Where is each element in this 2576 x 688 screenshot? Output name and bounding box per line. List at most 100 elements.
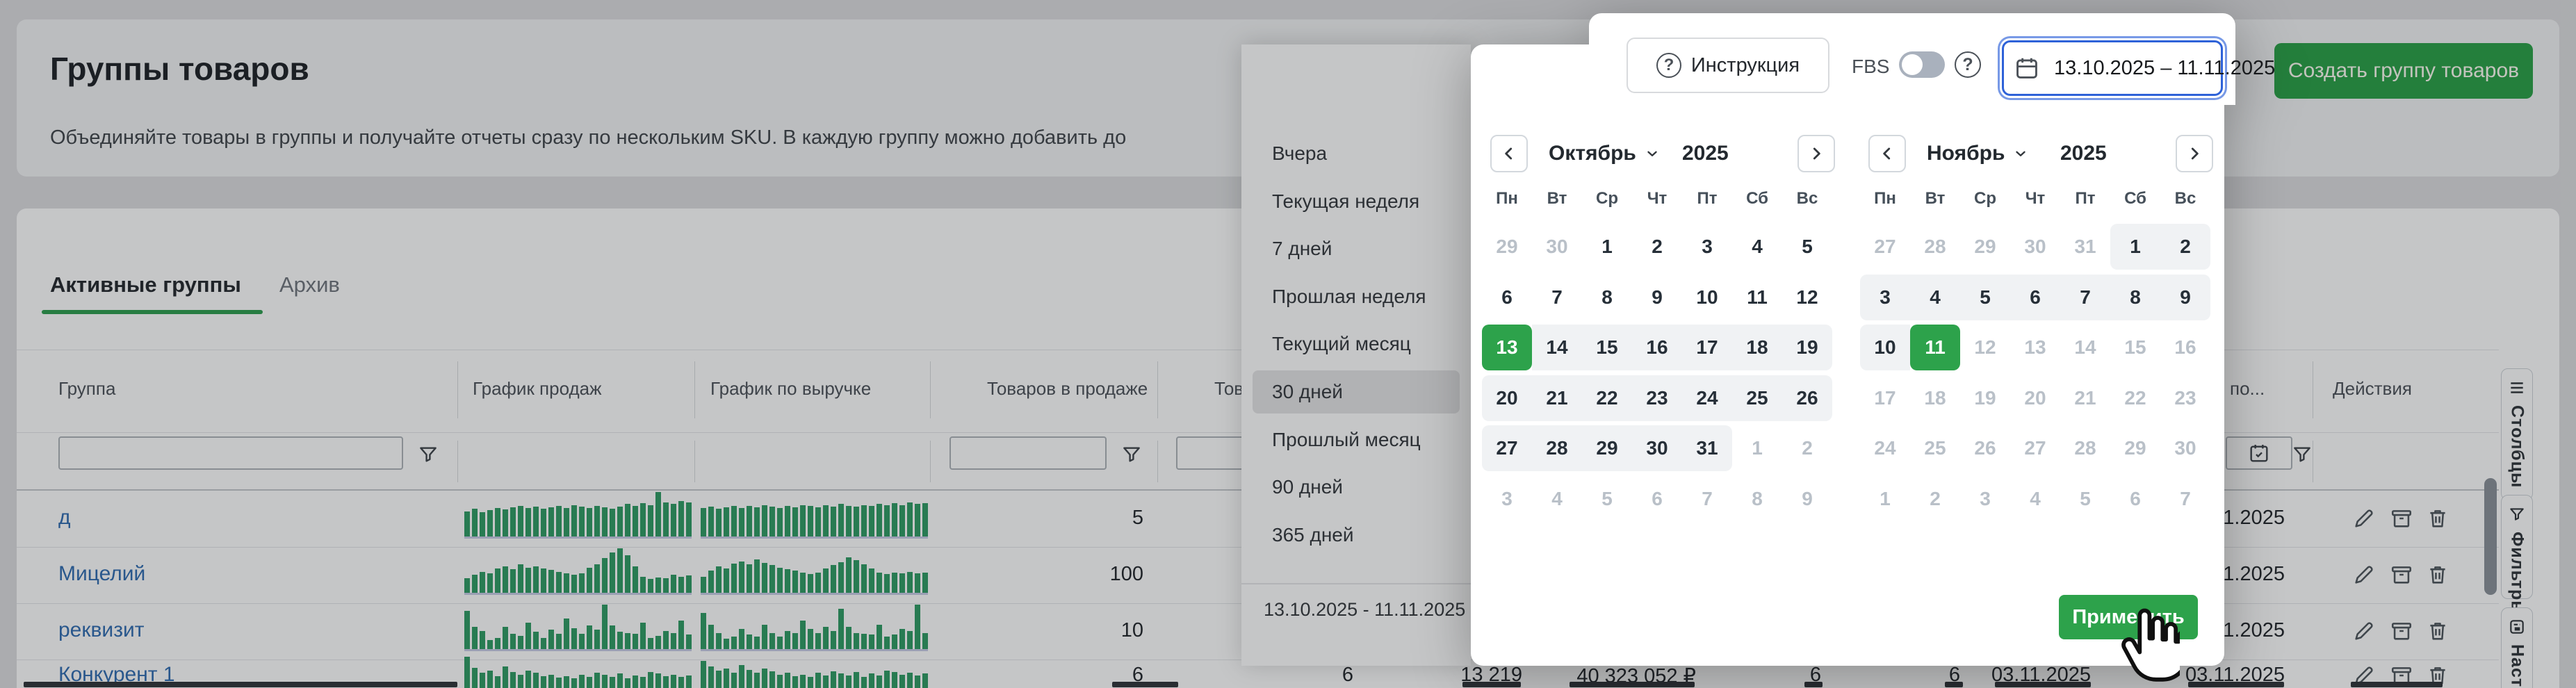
- calendar-day[interactable]: 15: [2110, 325, 2160, 370]
- calendar-day[interactable]: 9: [2160, 275, 2210, 320]
- calendar-day[interactable]: 7: [1682, 476, 1732, 522]
- calendar-day[interactable]: 13: [1482, 325, 1532, 370]
- calendar-day[interactable]: 19: [1960, 375, 2010, 421]
- calendar-day[interactable]: 11: [1910, 325, 1960, 370]
- calendar-day[interactable]: 16: [2160, 325, 2210, 370]
- calendar-day[interactable]: 4: [1732, 224, 1782, 270]
- calendar-day[interactable]: 25: [1732, 375, 1782, 421]
- calendar-day[interactable]: 31: [2060, 224, 2110, 270]
- calendar-day[interactable]: 5: [2060, 476, 2110, 522]
- calendar-day[interactable]: 30: [1532, 224, 1582, 270]
- calendar-day[interactable]: 28: [2060, 425, 2110, 471]
- fbs-toggle[interactable]: [1899, 51, 1945, 78]
- calendar-day[interactable]: 29: [1582, 425, 1632, 471]
- prev-month-button[interactable]: [1868, 135, 1906, 172]
- calendar-day[interactable]: 1: [1860, 476, 1910, 522]
- calendar-day[interactable]: 11: [1732, 275, 1782, 320]
- calendar-day[interactable]: 2: [1632, 224, 1682, 270]
- apply-button[interactable]: Применить: [2059, 595, 2198, 639]
- calendar-day[interactable]: 14: [1532, 325, 1582, 370]
- year-select[interactable]: 2025: [1682, 142, 1729, 165]
- calendar-day[interactable]: 18: [1732, 325, 1782, 370]
- date-range-input[interactable]: 13.10.2025 – 11.11.2025: [2002, 40, 2223, 96]
- calendar-day[interactable]: 6: [2010, 275, 2060, 320]
- calendar-day[interactable]: 12: [1782, 275, 1832, 320]
- calendar-day[interactable]: 29: [1960, 224, 2010, 270]
- calendar-day[interactable]: 28: [1532, 425, 1582, 471]
- calendar-day[interactable]: 5: [1960, 275, 2010, 320]
- calendar-day[interactable]: 13: [2010, 325, 2060, 370]
- calendar-day[interactable]: 18: [1910, 375, 1960, 421]
- weekday-label: Чт: [2010, 189, 2060, 208]
- calendar-day[interactable]: 1: [1732, 425, 1782, 471]
- calendar-day[interactable]: 21: [1532, 375, 1582, 421]
- calendar-day[interactable]: 2: [1782, 425, 1832, 471]
- prev-month-button[interactable]: [1490, 135, 1528, 172]
- calendar-day[interactable]: 21: [2060, 375, 2110, 421]
- month-select[interactable]: Октябрь: [1549, 142, 1660, 165]
- calendar-day[interactable]: 4: [1532, 476, 1582, 522]
- calendar-day[interactable]: 23: [1632, 375, 1682, 421]
- calendar-day[interactable]: 8: [1582, 275, 1632, 320]
- calendar-day[interactable]: 24: [1682, 375, 1732, 421]
- calendar-day[interactable]: 9: [1782, 476, 1832, 522]
- calendar-day[interactable]: 20: [2010, 375, 2060, 421]
- calendar-day[interactable]: 6: [1482, 275, 1532, 320]
- calendar-day[interactable]: 3: [1960, 476, 2010, 522]
- calendar-day[interactable]: 31: [1682, 425, 1732, 471]
- calendar-day[interactable]: 26: [1782, 375, 1832, 421]
- calendar-day[interactable]: 3: [1482, 476, 1532, 522]
- calendar-day[interactable]: 7: [2160, 476, 2210, 522]
- calendar-day[interactable]: 5: [1782, 224, 1832, 270]
- calendar-day[interactable]: 26: [1960, 425, 2010, 471]
- calendar-day[interactable]: 14: [2060, 325, 2110, 370]
- calendar-day[interactable]: 1: [2110, 224, 2160, 270]
- calendar-day[interactable]: 2: [1910, 476, 1960, 522]
- calendar-day[interactable]: 4: [2010, 476, 2060, 522]
- calendar-day[interactable]: 23: [2160, 375, 2210, 421]
- calendar-day[interactable]: 30: [2010, 224, 2060, 270]
- calendar-day[interactable]: 10: [1682, 275, 1732, 320]
- calendar-day[interactable]: 27: [2010, 425, 2060, 471]
- calendar-day[interactable]: 8: [2110, 275, 2160, 320]
- calendar-day[interactable]: 7: [1532, 275, 1582, 320]
- calendar-day[interactable]: 22: [2110, 375, 2160, 421]
- calendar-day[interactable]: 3: [1860, 275, 1910, 320]
- calendar-day[interactable]: 5: [1582, 476, 1632, 522]
- calendar-day[interactable]: 4: [1910, 275, 1960, 320]
- calendar-day[interactable]: 30: [1632, 425, 1682, 471]
- calendar-day[interactable]: 19: [1782, 325, 1832, 370]
- calendar-day[interactable]: 20: [1482, 375, 1532, 421]
- fbs-help-icon[interactable]: ?: [1955, 51, 1981, 78]
- calendar-day[interactable]: 6: [1632, 476, 1682, 522]
- calendar-day[interactable]: 12: [1960, 325, 2010, 370]
- calendar-day[interactable]: 24: [1860, 425, 1910, 471]
- calendar-day[interactable]: 7: [2060, 275, 2110, 320]
- calendar-day[interactable]: 29: [1482, 224, 1532, 270]
- calendar-day[interactable]: 29: [2110, 425, 2160, 471]
- year-select[interactable]: 2025: [2060, 142, 2107, 165]
- calendar-day[interactable]: 1: [1582, 224, 1632, 270]
- calendar-day[interactable]: 17: [1860, 375, 1910, 421]
- next-month-button[interactable]: [2176, 135, 2213, 172]
- calendar-day[interactable]: 15: [1582, 325, 1632, 370]
- month-select[interactable]: Ноябрь: [1927, 142, 2028, 165]
- calendar-day[interactable]: 27: [1482, 425, 1532, 471]
- weekday-label: Вс: [1782, 189, 1832, 208]
- calendar-day[interactable]: 16: [1632, 325, 1682, 370]
- calendar-day[interactable]: 25: [1910, 425, 1960, 471]
- calendar-day[interactable]: 27: [1860, 224, 1910, 270]
- calendar-day[interactable]: 17: [1682, 325, 1732, 370]
- calendar-day[interactable]: 10: [1860, 325, 1910, 370]
- date-range-value: 13.10.2025 – 11.11.2025: [2054, 57, 2275, 80]
- calendar-day[interactable]: 3: [1682, 224, 1732, 270]
- next-month-button[interactable]: [1798, 135, 1835, 172]
- calendar-day[interactable]: 6: [2110, 476, 2160, 522]
- calendar-day[interactable]: 30: [2160, 425, 2210, 471]
- calendar-day[interactable]: 8: [1732, 476, 1782, 522]
- calendar-day[interactable]: 22: [1582, 375, 1632, 421]
- calendar-day[interactable]: 9: [1632, 275, 1682, 320]
- calendar-day[interactable]: 28: [1910, 224, 1960, 270]
- calendar-day[interactable]: 2: [2160, 224, 2210, 270]
- instruction-button[interactable]: ? Инструкция: [1627, 38, 1829, 93]
